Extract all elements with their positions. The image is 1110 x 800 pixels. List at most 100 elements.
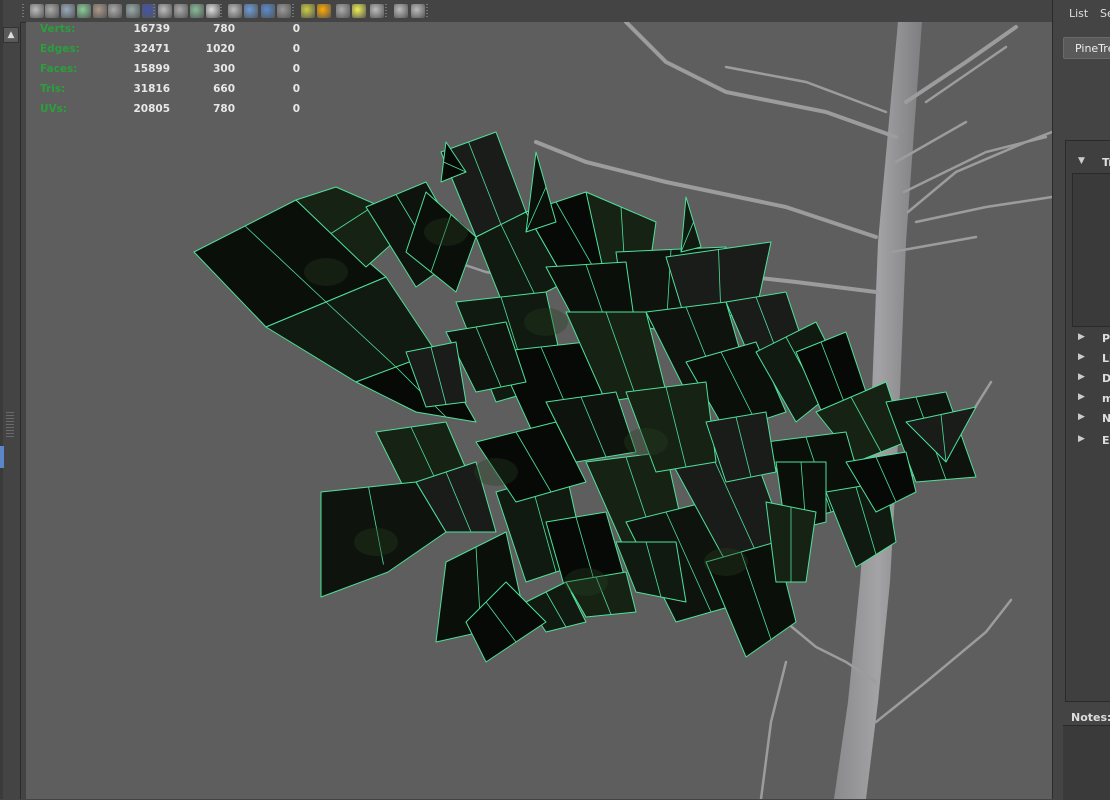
hud-row: Faces: 15899 300 0	[40, 63, 300, 83]
attr-section-5[interactable]: ▶ N	[1066, 409, 1110, 429]
hud-value-selected: 780	[213, 23, 235, 35]
hud-value-selected: 660	[213, 83, 235, 95]
attr-section-label: Li	[1102, 352, 1110, 365]
field-chart-icon[interactable]	[174, 4, 188, 18]
needle-texture	[524, 308, 568, 336]
branch	[724, 65, 888, 114]
lights-icon[interactable]	[301, 4, 315, 18]
needle-texture	[624, 428, 668, 456]
attr-section-label: Ex	[1102, 434, 1110, 447]
panel-accent	[0, 446, 4, 468]
camera-icon[interactable]	[30, 4, 44, 18]
safe-title-icon[interactable]	[206, 4, 220, 18]
hud-row: Edges: 32471 1020 0	[40, 43, 300, 63]
attr-section-2[interactable]: ▶ Li	[1066, 349, 1110, 369]
needle-texture	[564, 568, 608, 596]
hud-value-selected: 300	[213, 63, 235, 75]
expand-triangle-icon[interactable]: ▶	[1078, 412, 1085, 422]
wireframe-cube-icon[interactable]	[228, 4, 242, 18]
left-tool-strip: ▲	[0, 0, 21, 799]
attr-section-1[interactable]: ▶ Pi	[1066, 329, 1110, 349]
frame-icon[interactable]	[394, 4, 408, 18]
toolbar-separator	[426, 4, 428, 18]
transform-attributes-box	[1072, 173, 1110, 327]
attr-section-0[interactable]: ▼ Tr	[1066, 153, 1110, 173]
shaded-wireframe-icon[interactable]	[261, 4, 275, 18]
expand-triangle-icon[interactable]: ▶	[1078, 332, 1085, 342]
needle-texture	[704, 548, 748, 576]
hud-value-components: 0	[292, 43, 300, 55]
smooth-shade-icon[interactable]	[244, 4, 258, 18]
node-editor-icon[interactable]	[411, 4, 425, 18]
camera-attributes-icon[interactable]	[45, 4, 59, 18]
hud-value-scene: 32471	[133, 43, 170, 55]
xray-icon[interactable]	[336, 4, 350, 18]
hud-label: Faces:	[40, 63, 78, 75]
branch	[904, 25, 1018, 104]
notes-label: Notes:	[1071, 711, 1110, 724]
film-gate-icon[interactable]	[126, 4, 140, 18]
branch	[874, 598, 1013, 724]
selected-foliage-mesh[interactable]	[193, 131, 977, 663]
hud-label: Verts:	[40, 23, 76, 35]
strip-edge	[0, 0, 3, 799]
toolbar-separator	[22, 4, 24, 18]
hud-label: UVs:	[40, 103, 68, 115]
notes-field[interactable]	[1063, 725, 1110, 800]
branch	[924, 45, 1008, 104]
hud-row: UVs: 20805 780 0	[40, 103, 300, 123]
attr-section-3[interactable]: ▶ D	[1066, 369, 1110, 389]
hud-value-components: 0	[292, 103, 300, 115]
attr-section-label: m	[1102, 392, 1110, 405]
attr-section-label: Pi	[1102, 332, 1110, 345]
gate-mask-icon[interactable]	[158, 4, 172, 18]
collapse-triangle-icon[interactable]: ▼	[1078, 156, 1085, 166]
safe-action-icon[interactable]	[190, 4, 204, 18]
shadows-icon[interactable]	[317, 4, 331, 18]
hud-value-components: 0	[292, 63, 300, 75]
image-plane-icon[interactable]	[77, 4, 91, 18]
toolbar-separator	[385, 4, 387, 18]
hud-value-selected: 1020	[205, 43, 235, 55]
toolbar-separator	[220, 4, 222, 18]
menu-list[interactable]: List	[1069, 7, 1088, 20]
foliage-card	[680, 196, 702, 253]
hud-value-selected: 780	[213, 103, 235, 115]
expand-triangle-icon[interactable]: ▶	[1078, 392, 1085, 402]
hud-label: Tris:	[40, 83, 66, 95]
grid-icon[interactable]	[108, 4, 122, 18]
panel-toolbar	[20, 0, 1052, 23]
attr-section-4[interactable]: ▶ m	[1066, 389, 1110, 409]
hud-value-scene: 15899	[133, 63, 170, 75]
bookmark-icon[interactable]	[61, 4, 75, 18]
scroll-up-icon[interactable]: ▲	[3, 27, 19, 43]
3d-viewport[interactable]: Verts: 16739 780 0 Edges: 32471 1020 0 Faces: 158…	[26, 22, 1052, 799]
needle-texture	[304, 258, 348, 286]
branch	[624, 22, 898, 139]
foliage-card	[525, 151, 557, 233]
isolate-select-icon[interactable]	[352, 4, 366, 18]
expand-triangle-icon[interactable]: ▶	[1078, 434, 1085, 444]
attribute-frame: ▼Tr▶Pi▶Li▶D▶m▶N▶Ex	[1065, 140, 1110, 702]
needle-texture	[354, 528, 398, 556]
attr-section-label: N	[1102, 412, 1110, 425]
expand-triangle-icon[interactable]: ▶	[1078, 352, 1085, 362]
hud-value-scene: 31816	[133, 83, 170, 95]
branch	[759, 660, 788, 799]
attr-section-6[interactable]: ▶ Ex	[1066, 431, 1110, 451]
attribute-editor-panel: List Se PineTre ▼Tr▶Pi▶Li▶D▶m▶N▶Ex Notes…	[1052, 0, 1110, 800]
snapshot-icon[interactable]	[93, 4, 107, 18]
expand-triangle-icon[interactable]: ▶	[1078, 372, 1085, 382]
attr-section-label: Tr	[1102, 156, 1110, 169]
toolbar-separator	[292, 4, 294, 18]
menu-selected[interactable]: Se	[1100, 7, 1110, 20]
isolate-icon[interactable]	[370, 4, 384, 18]
textured-icon[interactable]	[277, 4, 291, 18]
needle-texture	[424, 218, 468, 246]
drag-grip[interactable]	[6, 412, 14, 438]
attr-section-label: D	[1102, 372, 1110, 385]
toolbar-separator	[153, 4, 155, 18]
hud-value-scene: 20805	[133, 103, 170, 115]
poly-count-hud: Verts: 16739 780 0 Edges: 32471 1020 0 Faces: 158…	[40, 23, 300, 123]
node-tab[interactable]: PineTre	[1063, 37, 1110, 59]
